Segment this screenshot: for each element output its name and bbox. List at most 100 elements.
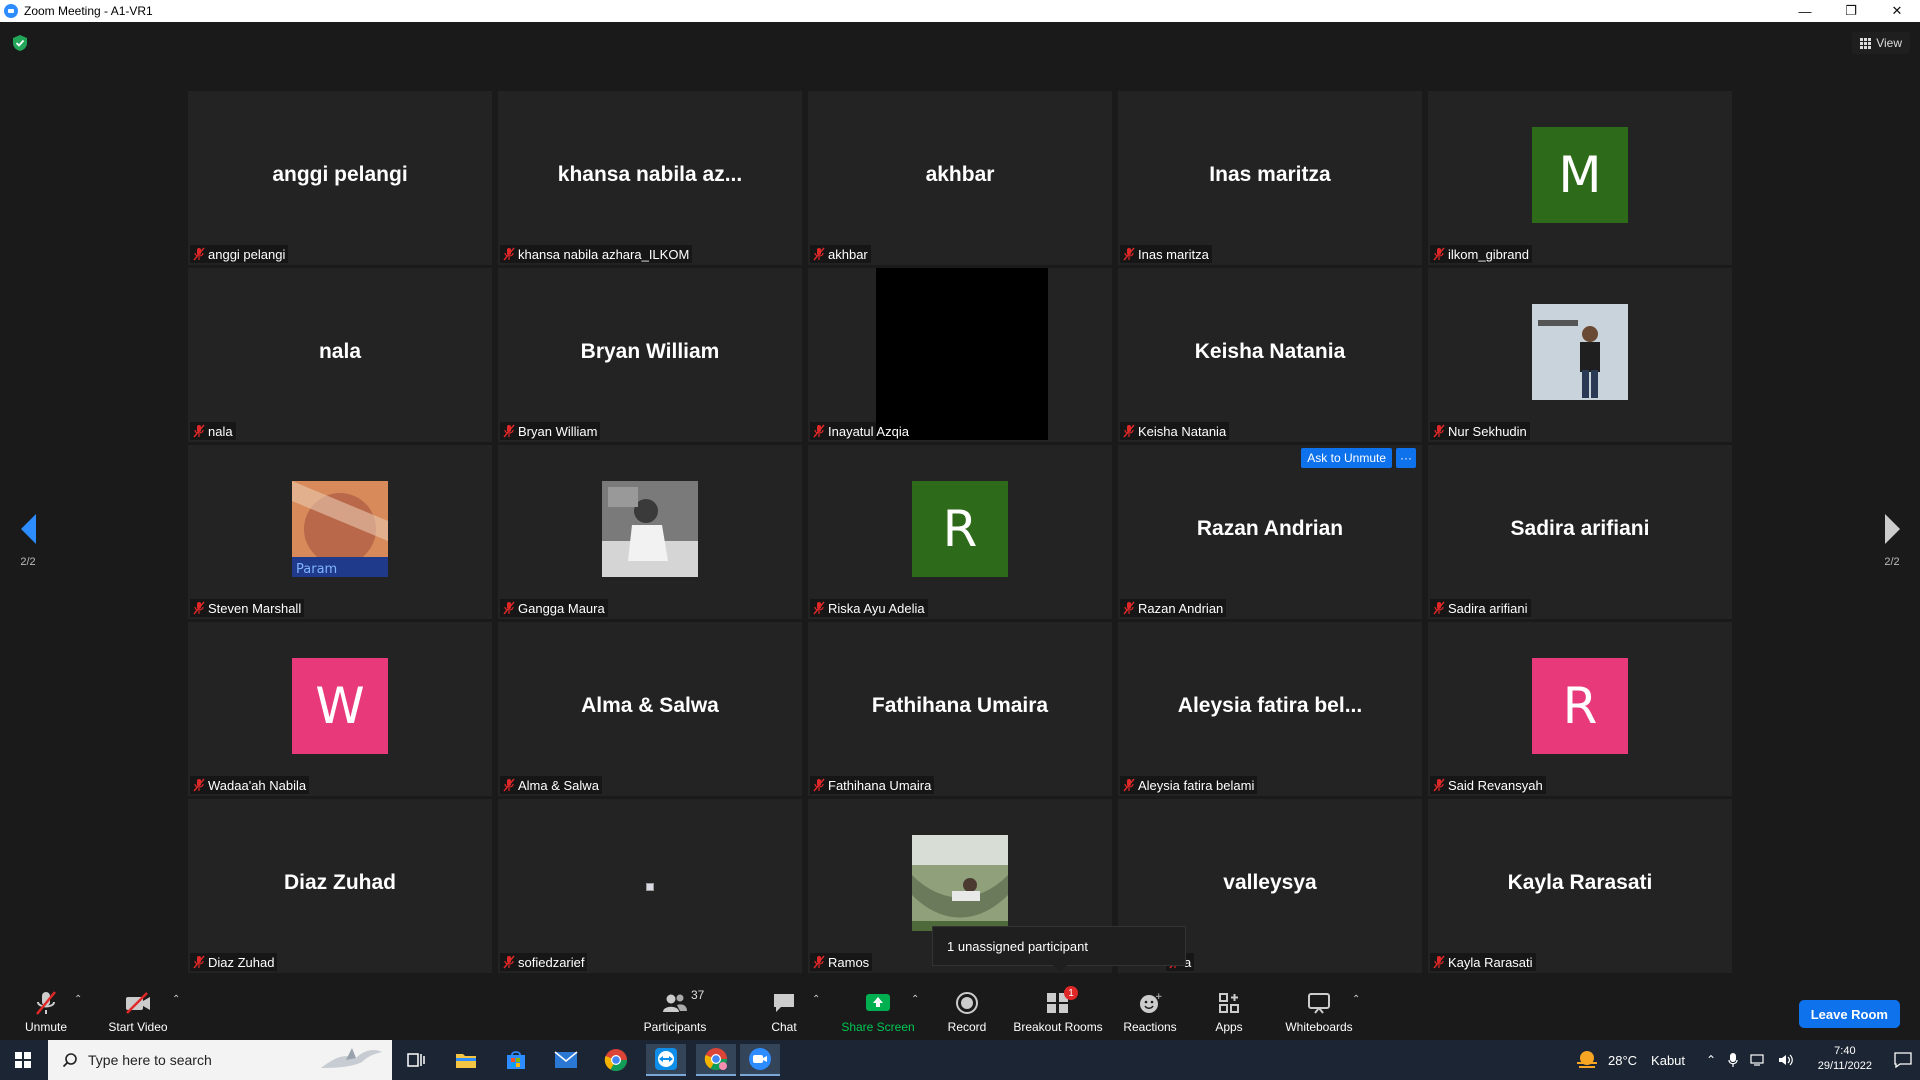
participant-name-label: anggi pelangi <box>190 245 289 263</box>
participant-tile[interactable]: R Riska Ayu Adelia <box>808 445 1112 619</box>
encryption-shield-icon[interactable] <box>12 34 28 52</box>
participant-name: khansa nabila azhara_ILKOM <box>518 246 690 262</box>
share-screen-button[interactable]: Share Screen <box>841 980 915 1040</box>
chrome-button[interactable] <box>596 1044 636 1076</box>
participant-name: Wadaa'ah Nabila <box>208 777 307 793</box>
next-page-button[interactable]: 2/2 <box>1872 514 1912 568</box>
participant-tile[interactable]: Param Steven Marshall <box>188 445 492 619</box>
whiteboards-button[interactable]: Whiteboards <box>1284 980 1354 1040</box>
volume-icon[interactable] <box>1778 1053 1794 1067</box>
mic-muted-icon <box>503 955 515 969</box>
mic-muted-icon <box>1433 955 1445 969</box>
participant-display-name: khansa nabila az... <box>557 163 743 186</box>
participants-button[interactable]: 37 Participants <box>640 980 710 1040</box>
task-view-button[interactable] <box>396 1044 436 1076</box>
teamviewer-button[interactable] <box>646 1044 686 1076</box>
participant-tile[interactable]: Fathihana Umaira Fathihana Umaira <box>808 622 1112 796</box>
participant-name: Steven Marshall <box>208 600 302 616</box>
zoom-logo-icon <box>4 4 18 18</box>
participant-name-label: Bryan William <box>500 422 601 440</box>
participant-tile[interactable]: Bryan William Bryan William <box>498 268 802 442</box>
participant-tile[interactable]: Aleysia fatira bel... Aleysia fatira bela… <box>1118 622 1422 796</box>
participant-name-label: sofiedzarief <box>500 953 588 971</box>
participant-tile[interactable]: khansa nabila az... khansa nabila azhara_… <box>498 91 802 265</box>
participant-name-label: Wadaa'ah Nabila <box>190 776 310 794</box>
network-icon[interactable] <box>1750 1053 1766 1067</box>
mic-muted-icon <box>193 601 205 615</box>
restore-button[interactable]: ❐ <box>1828 0 1874 22</box>
participant-tile[interactable]: Kayla Rarasati Kayla Rarasati <box>1428 799 1732 973</box>
participant-name: Diaz Zuhad <box>208 954 275 970</box>
page-indicator: 2/2 <box>1884 556 1900 568</box>
minimize-button[interactable]: — <box>1782 0 1828 22</box>
participant-tile[interactable]: Keisha Natania Keisha Natania <box>1118 268 1422 442</box>
whiteboard-icon <box>1307 988 1331 1018</box>
meeting-toolbar: Unmute ⌃ Start Video ⌃ 37 Participants C… <box>0 980 1920 1040</box>
participant-name-label: Aleysia fatira belami <box>1120 776 1258 794</box>
chevron-left-icon <box>20 514 36 544</box>
participant-tile[interactable]: R Said Revansyah <box>1428 622 1732 796</box>
breakout-rooms-icon: 1 <box>1046 986 1078 1018</box>
participant-tile[interactable]: Alma & Salwa Alma & Salwa <box>498 622 802 796</box>
participant-tile[interactable]: Milkom_gibrand <box>1428 91 1732 265</box>
participant-tile[interactable]: nala nala <box>188 268 492 442</box>
video-options-caret-icon[interactable]: ⌃ <box>172 995 180 1005</box>
mic-muted-icon <box>193 424 205 438</box>
zoom-taskbar-button[interactable] <box>740 1044 780 1076</box>
unmute-button[interactable]: Unmute <box>20 980 72 1040</box>
weather-fog-icon <box>1577 1051 1597 1068</box>
participant-more-button[interactable]: ··· <box>1396 448 1416 468</box>
start-video-button[interactable]: Start Video <box>106 980 170 1040</box>
prev-page-button[interactable]: 2/2 <box>8 514 48 568</box>
weather-widget[interactable]: 28°C Kabut <box>1574 1040 1685 1080</box>
window-title: Zoom Meeting - A1-VR1 <box>24 4 153 18</box>
participant-tile[interactable]: Nur Sekhudin <box>1428 268 1732 442</box>
participant-tile[interactable]: akhbar akhbar <box>808 91 1112 265</box>
participant-tile[interactable]: anggi pelangi anggi pelangi <box>188 91 492 265</box>
participant-display-name: Razan Andrian <box>1196 517 1344 540</box>
apps-icon <box>1218 988 1240 1018</box>
share-screen-icon <box>865 988 891 1018</box>
participant-name: Kayla Rarasati <box>1448 954 1533 970</box>
mic-muted-icon <box>193 247 205 261</box>
participant-tile[interactable]: Inas maritza Inas maritza <box>1118 91 1422 265</box>
ask-to-unmute-button[interactable]: Ask to Unmute <box>1301 448 1392 468</box>
participant-tile[interactable]: Diaz Zuhad Diaz Zuhad <box>188 799 492 973</box>
audio-options-caret-icon[interactable]: ⌃ <box>74 995 82 1005</box>
participant-tile[interactable]: Inayatul Azqia <box>808 268 1112 442</box>
chat-button[interactable]: Chat <box>764 980 804 1040</box>
chrome-profile-button[interactable] <box>696 1044 736 1076</box>
participant-tile[interactable]: sofiedzarief <box>498 799 802 973</box>
windows-taskbar: Type here to search 28°C Kabut ⌃ 7:40 29… <box>0 1040 1920 1080</box>
microsoft-store-button[interactable] <box>496 1044 536 1076</box>
close-button[interactable]: ✕ <box>1874 0 1920 22</box>
participant-name: Keisha Natania <box>1138 423 1227 439</box>
participant-tile[interactable]: W Wadaa'ah Nabila <box>188 622 492 796</box>
reactions-button[interactable]: + Reactions <box>1088 980 1212 1040</box>
mic-muted-icon <box>1123 247 1135 261</box>
file-explorer-button[interactable] <box>446 1044 486 1076</box>
taskbar-clock[interactable]: 7:40 29/11/2022 <box>1818 1044 1872 1074</box>
participant-name-label: Razan Andrian <box>1120 599 1227 617</box>
participant-name-label: Inayatul Azqia <box>810 422 912 440</box>
record-button[interactable]: Record <box>946 980 988 1040</box>
whiteboard-options-caret-icon[interactable]: ⌃ <box>1352 995 1360 1005</box>
share-options-caret-icon[interactable]: ⌃ <box>911 995 919 1005</box>
participant-tile[interactable]: Gangga Maura <box>498 445 802 619</box>
grid-view-icon <box>1860 37 1872 49</box>
apps-button[interactable]: Apps <box>1208 980 1250 1040</box>
mic-muted-icon <box>1123 778 1135 792</box>
microphone-icon[interactable] <box>1728 1052 1738 1068</box>
taskbar-search-box[interactable]: Type here to search <box>48 1040 392 1080</box>
chat-options-caret-icon[interactable]: ⌃ <box>812 995 820 1005</box>
leave-room-button[interactable]: Leave Room <box>1798 1000 1900 1028</box>
participant-name: Inas maritza <box>1138 246 1209 262</box>
participant-tile[interactable]: Sadira arifiani Sadira arifiani <box>1428 445 1732 619</box>
notifications-button[interactable] <box>1894 1040 1912 1080</box>
start-button[interactable] <box>0 1040 46 1080</box>
mail-button[interactable] <box>546 1044 586 1076</box>
apps-label: Apps <box>1215 1020 1243 1034</box>
participant-tile[interactable]: Razan Andrian Ask to Unmute ··· Razan Andri… <box>1118 445 1422 619</box>
show-hidden-icons-icon[interactable]: ⌃ <box>1706 1053 1716 1067</box>
view-button[interactable]: View <box>1852 32 1910 54</box>
